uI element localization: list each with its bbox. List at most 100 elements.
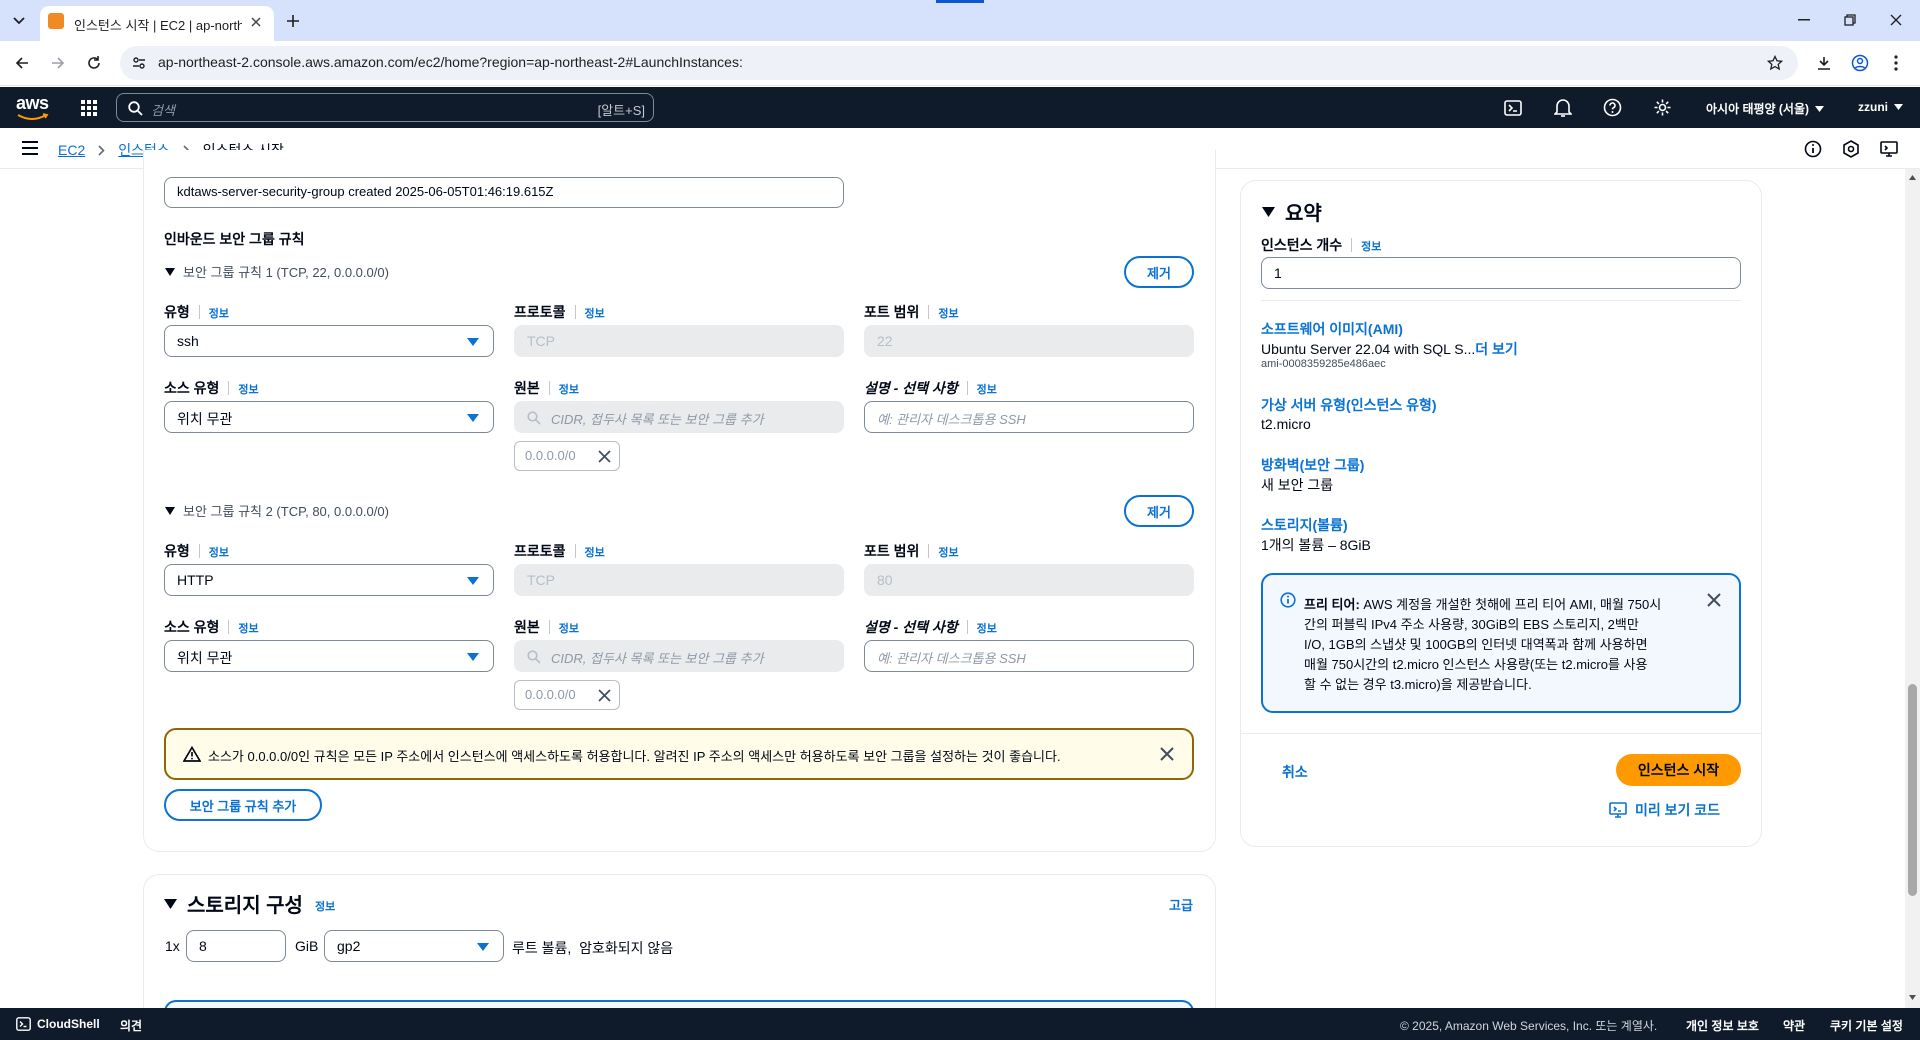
storage-volume-link[interactable]: 스토리지(볼륨)	[1261, 515, 1348, 535]
source-type-info-link[interactable]: 정보	[238, 384, 258, 396]
site-info-icon[interactable]	[130, 54, 148, 72]
scroll-down-icon	[1909, 995, 1916, 1000]
terms-link[interactable]: 약관	[1783, 1017, 1805, 1034]
source-info-link[interactable]: 정보	[559, 384, 579, 396]
preview-code-button[interactable]: 미리 보기 코드	[1609, 800, 1720, 820]
protocol-label: 프로토콜	[514, 543, 566, 559]
storage-header[interactable]: 스토리지 구성 정보	[164, 889, 335, 918]
instance-type-link[interactable]: 가상 서버 유형(인스턴스 유형)	[1261, 395, 1437, 415]
info-panel-icon[interactable]	[1804, 140, 1822, 158]
rule-1-header[interactable]: 보안 그룹 규칙 1 (TCP, 22, 0.0.0.0/0)	[165, 262, 389, 281]
rule-2-source-input[interactable]: CIDR, 접두사 목록 또는 보안 그룹 추가	[514, 640, 844, 672]
new-tab-icon[interactable]	[282, 10, 304, 32]
dismiss-free-tier-icon[interactable]	[1707, 593, 1721, 607]
summary-footer-divider	[1241, 733, 1761, 734]
downloads-icon[interactable]	[1812, 51, 1836, 75]
close-window-icon[interactable]	[1882, 8, 1910, 32]
add-security-group-rule-button[interactable]: 보안 그룹 규칙 추가	[164, 789, 322, 821]
console-search-input[interactable]: 검색 [알트+S]	[116, 93, 654, 122]
settings-gear-icon[interactable]	[1653, 98, 1672, 117]
scrollbar-thumb[interactable]	[1908, 684, 1917, 896]
rule-1-source-type-select[interactable]: 위치 무관	[164, 401, 494, 433]
breadcrumb-ec2[interactable]: EC2	[58, 142, 85, 158]
rule-1-source-input[interactable]: CIDR, 접두사 목록 또는 보안 그룹 추가	[514, 401, 844, 433]
volume-type-select[interactable]: gp2	[324, 930, 504, 962]
bookmark-star-icon[interactable]	[1766, 54, 1784, 72]
firewall-value: 새 보안 그룹	[1261, 477, 1334, 493]
page-scrollbar[interactable]	[1905, 169, 1920, 1008]
rule-1-title: 보안 그룹 규칙 1 (TCP, 22, 0.0.0.0/0)	[183, 265, 389, 280]
rule-1-source-label: 원본 정보	[514, 378, 579, 398]
rule-1-protocol-input: TCP	[514, 325, 844, 357]
profile-icon[interactable]	[1848, 51, 1872, 75]
storage-advanced-link[interactable]: 고급	[1169, 895, 1193, 914]
storage-size-input[interactable]: 8	[186, 930, 286, 962]
forward-icon[interactable]	[46, 51, 70, 75]
address-bar[interactable]: ap-northeast-2.console.aws.amazon.com/ec…	[120, 46, 1798, 80]
ami-more-link[interactable]: 더 보기	[1475, 341, 1518, 357]
region-selector[interactable]: 아시아 태평양 (서울)	[1706, 100, 1824, 117]
description-info-link[interactable]: 정보	[977, 623, 997, 635]
rule-2-header[interactable]: 보안 그룹 규칙 2 (TCP, 80, 0.0.0.0/0)	[165, 501, 389, 520]
rule-1-remove-button[interactable]: 제거	[1124, 256, 1194, 288]
minimize-icon[interactable]	[1790, 8, 1818, 32]
feedback-link[interactable]: 의견	[120, 1017, 142, 1034]
type-info-link[interactable]: 정보	[209, 547, 229, 559]
dismiss-warning-icon[interactable]	[1160, 747, 1174, 761]
free-tier-line-2: 간의 퍼블릭 IPv4 주소 사용량, 30GiB의 EBS 스토리지, 2백만	[1304, 617, 1639, 632]
cancel-button[interactable]: 취소	[1282, 762, 1308, 782]
source-type-info-link[interactable]: 정보	[238, 623, 258, 635]
account-menu[interactable]: zzuni	[1858, 100, 1903, 114]
close-tab-icon[interactable]	[246, 12, 266, 32]
account-caret-icon	[1894, 104, 1903, 110]
type-info-link[interactable]: 정보	[209, 308, 229, 320]
cookie-preferences-link[interactable]: 쿠키 기본 설정	[1830, 1017, 1903, 1034]
rule-1-type-select[interactable]: ssh	[164, 325, 494, 357]
port-info-link[interactable]: 정보	[938, 308, 958, 320]
rule-2-description-input[interactable]: 예: 관리자 데스크톱용 SSH	[864, 640, 1194, 672]
hexagon-settings-icon[interactable]	[1842, 140, 1860, 158]
instance-count-info-link[interactable]: 정보	[1361, 241, 1381, 253]
storage-title: 스토리지 구성	[187, 895, 303, 917]
hamburger-menu-icon[interactable]	[22, 141, 38, 155]
breadcrumb-chevron-icon	[98, 144, 105, 156]
firewall-link[interactable]: 방화벽(보안 그룹)	[1261, 455, 1364, 475]
rule-2-source-type-select[interactable]: 위치 무관	[164, 640, 494, 672]
reload-icon[interactable]	[82, 51, 106, 75]
rule-1-description-input[interactable]: 예: 관리자 데스크톱용 SSH	[864, 401, 1194, 433]
restore-icon[interactable]	[1836, 8, 1864, 32]
search-icon	[527, 411, 541, 425]
help-icon[interactable]	[1603, 98, 1622, 117]
tab-search-icon[interactable]	[6, 8, 32, 34]
description-info-link[interactable]: 정보	[977, 384, 997, 396]
cloudshell-footer-button[interactable]: CloudShell	[16, 1017, 100, 1031]
summary-header[interactable]: 요약	[1262, 197, 1322, 226]
cloudshell-icon[interactable]	[1504, 99, 1522, 117]
back-icon[interactable]	[10, 51, 34, 75]
ami-link[interactable]: 소프트웨어 이미지(AMI)	[1261, 319, 1403, 339]
port-info-link[interactable]: 정보	[938, 547, 958, 559]
storage-info-link[interactable]: 정보	[315, 898, 335, 914]
rule-1-port-input: 22	[864, 325, 1194, 357]
aws-logo[interactable]: aws	[16, 93, 56, 121]
rule-2-type-select[interactable]: HTTP	[164, 564, 494, 596]
source-info-link[interactable]: 정보	[559, 623, 579, 635]
warning-triangle-icon	[183, 746, 201, 762]
browser-tab-active[interactable]: 인스턴스 시작 | EC2 | ap-northeast-2	[40, 6, 274, 41]
launch-instance-button[interactable]: 인스턴스 시작	[1616, 754, 1741, 786]
screen-preview-icon[interactable]	[1880, 140, 1898, 158]
remove-token-icon[interactable]	[598, 450, 611, 463]
remove-token-icon[interactable]	[598, 689, 611, 702]
instance-count-input[interactable]: 1	[1261, 257, 1741, 289]
protocol-info-link[interactable]: 정보	[585, 547, 605, 559]
notifications-bell-icon[interactable]	[1554, 98, 1572, 118]
cloudshell-icon	[16, 1017, 31, 1031]
browser-menu-icon[interactable]	[1884, 51, 1908, 75]
rule-2-remove-button[interactable]: 제거	[1124, 495, 1194, 527]
services-grid-icon[interactable]	[80, 99, 98, 117]
instance-type-value: t2.micro	[1261, 416, 1311, 432]
protocol-info-link[interactable]: 정보	[585, 308, 605, 320]
collapse-triangle-icon	[164, 898, 177, 909]
privacy-link[interactable]: 개인 정보 보호	[1686, 1017, 1759, 1034]
security-group-description-input[interactable]: kdtaws-server-security-group created 202…	[164, 177, 844, 208]
